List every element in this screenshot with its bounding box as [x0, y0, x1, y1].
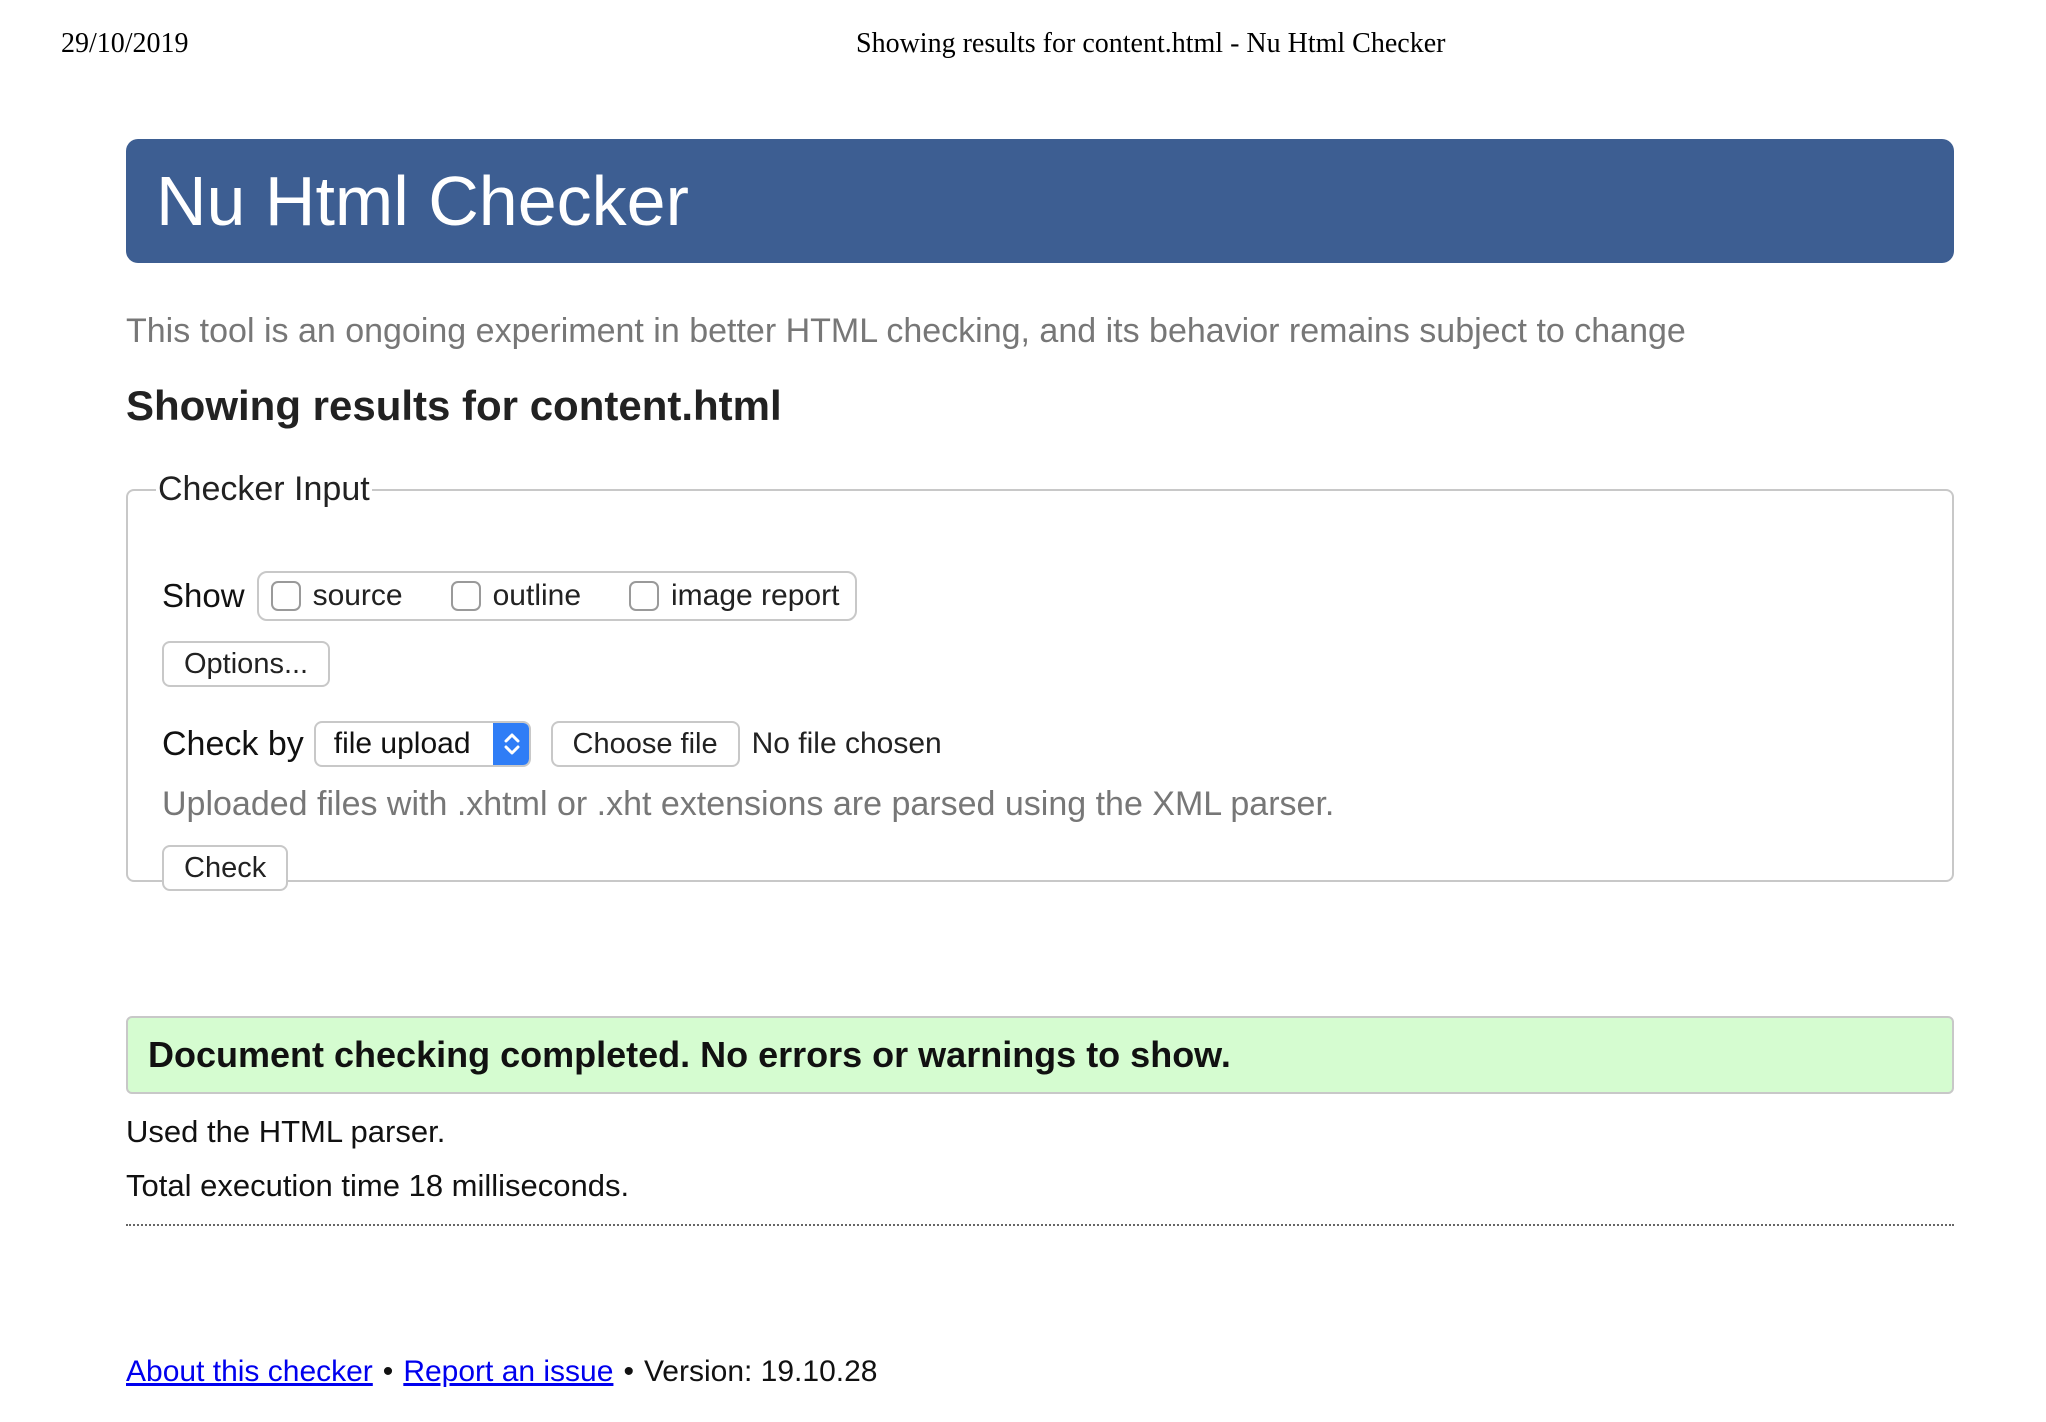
show-outline-option[interactable]: outline [450, 579, 581, 613]
results-heading: Showing results for content.html [126, 382, 782, 429]
site-banner: Nu Html Checker [126, 139, 1954, 263]
up-down-chevron-icon [504, 733, 520, 755]
xml-parser-note: Uploaded files with .xhtml or .xht exten… [162, 785, 1335, 823]
source-checkbox[interactable] [270, 581, 301, 611]
version-text: Version: 19.10.28 [643, 1355, 878, 1388]
checker-input-fieldset: Checker Input Show source outline image … [126, 470, 1954, 891]
dotted-divider [126, 1224, 1954, 1226]
file-status-text: No file chosen [751, 727, 942, 760]
check-by-selected-value[interactable]: file upload [334, 727, 471, 761]
source-checkbox-label[interactable]: source [313, 579, 403, 613]
success-message: Document checking completed. No errors o… [148, 1034, 1231, 1075]
image-report-checkbox-label[interactable]: image report [671, 579, 839, 613]
image-report-checkbox[interactable] [629, 581, 660, 611]
print-date: 29/10/2019 [61, 28, 189, 59]
options-button[interactable]: Options... [162, 641, 331, 687]
check-by-label: Check by [162, 724, 304, 763]
success-message-box: Document checking completed. No errors o… [126, 1016, 1954, 1094]
check-by-row: Check by file upload Choose file No file… [162, 721, 942, 767]
outline-checkbox[interactable] [450, 581, 481, 611]
checker-input-legend: Checker Input [158, 470, 370, 508]
execution-time-info: Total execution time 18 milliseconds. [126, 1168, 630, 1203]
tagline: This tool is an ongoing experiment in be… [126, 312, 1686, 350]
select-chevron-icon[interactable] [492, 723, 529, 765]
show-options-group: source outline image report [256, 571, 858, 621]
print-header: 29/10/2019 Showing results for content.h… [0, 28, 2046, 68]
show-options-row: Show source outline image report [162, 571, 858, 621]
check-button[interactable]: Check [162, 845, 289, 891]
footer: About this checker • Report an issue • V… [126, 1355, 877, 1389]
show-label: Show [162, 577, 245, 614]
choose-file-button[interactable]: Choose file [550, 721, 740, 767]
site-title: Nu Html Checker [156, 162, 689, 240]
outline-checkbox-label[interactable]: outline [493, 579, 581, 613]
about-checker-link[interactable]: About this checker [126, 1355, 373, 1389]
report-issue-link[interactable]: Report an issue [403, 1355, 613, 1389]
parser-info: Used the HTML parser. [126, 1114, 446, 1149]
show-image-report-option[interactable]: image report [629, 579, 839, 613]
show-source-option[interactable]: source [270, 579, 403, 613]
check-by-select[interactable]: file upload [313, 721, 531, 767]
print-page-title: Showing results for content.html - Nu Ht… [856, 28, 1446, 59]
footer-separator: • [623, 1355, 634, 1388]
footer-separator: • [382, 1355, 394, 1388]
